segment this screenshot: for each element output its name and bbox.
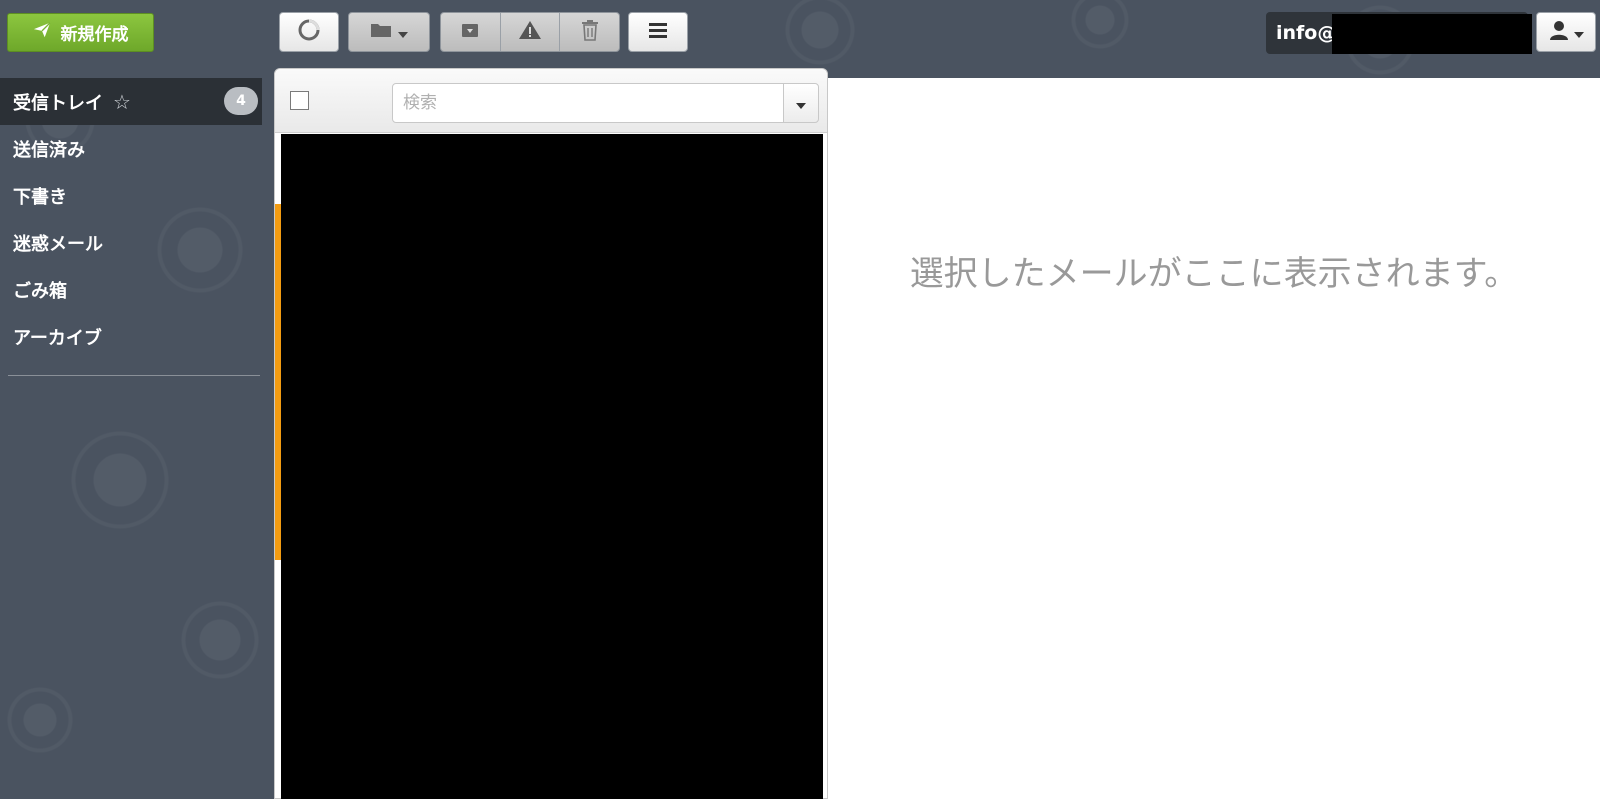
delete-button[interactable] [560,13,619,51]
archive-icon [460,21,480,43]
select-all-checkbox[interactable] [290,91,309,110]
sidebar-item-label: 受信トレイ [13,92,103,114]
spam-button[interactable] [501,13,561,51]
preview-pane: 選択したメールがここに表示されます。 [828,78,1600,799]
sidebar-item-trash[interactable]: ごみ箱 [0,266,262,313]
message-list-header [275,69,827,133]
message-actions-group [440,12,620,52]
archive-button[interactable] [441,13,501,51]
user-icon [1548,19,1570,45]
trash-icon [580,19,600,45]
menu-button[interactable] [628,12,688,52]
chevron-down-icon [796,94,806,113]
sidebar-item-archive[interactable]: アーカイブ [0,313,262,360]
send-icon [33,21,51,44]
sidebar-divider [8,375,260,376]
move-folder-button[interactable] [348,12,430,52]
sidebar-item-label: ごみ箱 [13,280,67,302]
chevron-down-icon [398,23,408,42]
warning-icon [518,20,542,44]
folder-sidebar: 受信トレイ ☆ 4 送信済み 下書き 迷惑メール ごみ箱 アーカイブ [0,78,262,360]
search-options-button[interactable] [783,83,819,123]
user-menu-button[interactable] [1536,12,1596,52]
compose-button[interactable]: 新規作成 [7,13,154,52]
message-list-redacted[interactable] [275,134,823,799]
refresh-button[interactable] [279,12,339,52]
sidebar-item-sent[interactable]: 送信済み [0,125,262,172]
chevron-down-icon [1574,23,1584,42]
account-label: info@ [1266,12,1532,54]
message-list-panel [274,68,828,799]
sidebar-item-spam[interactable]: 迷惑メール [0,219,262,266]
refresh-icon [297,18,321,46]
menu-icon [649,22,667,42]
redacted-region [1332,14,1532,54]
sidebar-item-label: 下書き [13,186,67,208]
search-input[interactable] [392,83,784,123]
star-icon[interactable]: ☆ [113,90,131,114]
unread-count-badge: 4 [224,87,258,115]
selected-message-accent [275,204,281,560]
preview-empty-message: 選択したメールがここに表示されます。 [909,254,1519,294]
sidebar-item-label: 送信済み [13,139,85,161]
account-email: info@ [1276,22,1337,44]
compose-label: 新規作成 [60,25,129,45]
sidebar-item-drafts[interactable]: 下書き [0,172,262,219]
sidebar-item-label: 迷惑メール [13,233,103,255]
folder-icon [370,21,392,43]
sidebar-item-inbox[interactable]: 受信トレイ ☆ 4 [0,78,262,125]
sidebar-item-label: アーカイブ [13,327,102,349]
